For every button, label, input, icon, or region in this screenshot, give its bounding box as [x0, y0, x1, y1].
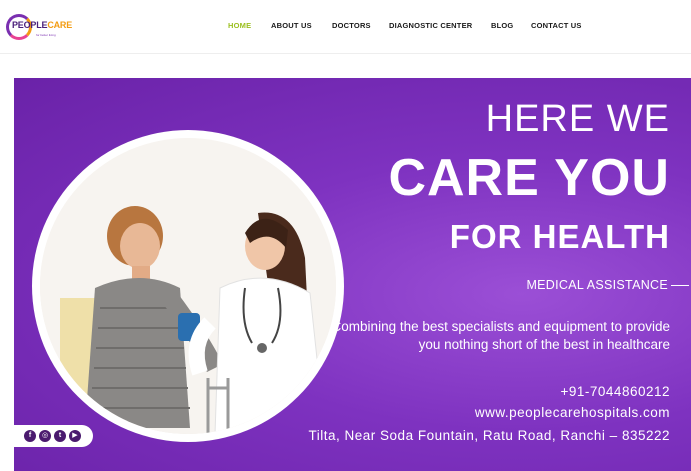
hero-photo-frame [32, 130, 344, 442]
nav-diagnostic-center[interactable]: DIAGNOSTIC CENTER [389, 21, 472, 30]
nav-doctors[interactable]: DOCTORS [332, 21, 371, 30]
doctor-patient-photo [40, 138, 336, 434]
assistance-divider-line [671, 285, 689, 286]
medical-assistance-row: MEDICAL ASSISTANCE [391, 278, 691, 292]
nav-contact-us[interactable]: CONTACT US [531, 21, 582, 30]
hero-description: Combining the best specialists and equip… [331, 319, 670, 352]
contact-website[interactable]: www.peoplecarehospitals.com [475, 405, 670, 420]
medical-assistance-label: MEDICAL ASSISTANCE [526, 278, 668, 292]
main-nav: HOME ABOUT US DOCTORS DIAGNOSTIC CENTER … [0, 21, 691, 33]
twitter-icon[interactable]: t [54, 430, 66, 442]
facebook-icon[interactable]: f [24, 430, 36, 442]
hero-headline-line1: HERE WE [485, 98, 670, 140]
logo-tagline: for better living [36, 33, 56, 37]
nav-blog[interactable]: BLOG [491, 21, 513, 30]
hero-headline-line3: FOR HEALTH [449, 218, 670, 255]
doctor-patient-illustration [40, 138, 336, 434]
site-header: PEOPLECARE for better living HOME ABOUT … [0, 0, 691, 54]
hero-headline-line2: CARE YOU [388, 149, 670, 207]
contact-phone[interactable]: +91-7044860212 [561, 384, 670, 399]
instagram-icon[interactable]: ◎ [39, 430, 51, 442]
social-links: f ◎ t ▶ [14, 425, 93, 447]
hero-banner: HERE WE CARE YOU FOR HEALTH MEDICAL ASSI… [14, 78, 691, 471]
contact-address: Tilta, Near Soda Fountain, Ratu Road, Ra… [308, 428, 670, 443]
nav-home[interactable]: HOME [228, 21, 251, 30]
nav-about-us[interactable]: ABOUT US [271, 21, 312, 30]
youtube-icon[interactable]: ▶ [69, 430, 81, 442]
